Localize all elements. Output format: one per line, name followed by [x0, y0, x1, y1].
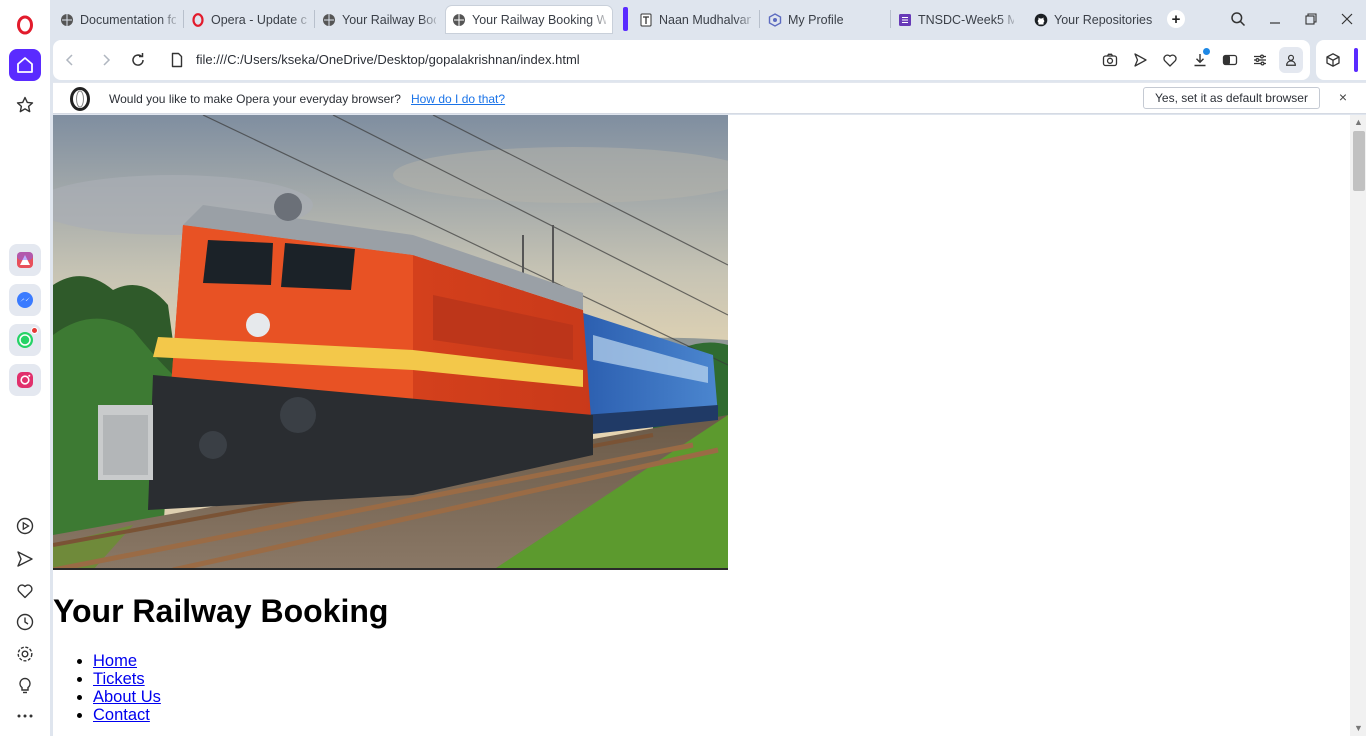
- nav-item-home: Home: [93, 652, 161, 670]
- tab-label: Your Repositories: [1054, 12, 1152, 27]
- close-window-button[interactable]: [1336, 8, 1358, 30]
- nav-item-about: About Us: [93, 688, 161, 706]
- reload-button[interactable]: [128, 50, 148, 70]
- nav-link-tickets[interactable]: Tickets: [93, 670, 145, 688]
- home-icon[interactable]: [9, 49, 41, 81]
- tab-railway-booking-active[interactable]: Your Railway Booking Web: [446, 6, 612, 33]
- file-page-icon[interactable]: [167, 50, 187, 70]
- set-default-button[interactable]: Yes, set it as default browser: [1143, 87, 1320, 109]
- naan-mudhalvan-icon: [639, 13, 653, 27]
- download-badge: [1203, 48, 1210, 55]
- infobar-message: Would you like to make Opera your everyd…: [109, 92, 401, 106]
- tab-your-repositories[interactable]: Your Repositories: [1028, 6, 1158, 33]
- new-tab-button[interactable]: +: [1167, 10, 1185, 28]
- opera-logo-icon: [70, 87, 90, 111]
- tab-divider: [890, 10, 891, 28]
- globe-icon: [322, 13, 336, 27]
- opera-sidebar: [0, 0, 50, 736]
- tab-divider: [759, 10, 760, 28]
- tab-search-icon[interactable]: [1227, 8, 1249, 30]
- tab-documentation[interactable]: Documentation fo: [54, 6, 182, 33]
- tab-fade: [420, 6, 442, 33]
- heart-pinboard-icon[interactable]: [9, 575, 41, 607]
- nav-item-contact: Contact: [93, 706, 161, 724]
- lightbulb-tips-icon[interactable]: [9, 670, 41, 702]
- globe-icon: [452, 13, 466, 27]
- tab-label: My Profile: [788, 12, 844, 27]
- sidebar-toggle-bar[interactable]: [1354, 48, 1358, 72]
- tab-strip: Documentation fo Opera - Update co Your …: [50, 0, 1366, 38]
- tab-fade: [735, 6, 757, 33]
- whatsapp-icon[interactable]: [9, 324, 41, 356]
- tab-fade: [160, 6, 182, 33]
- page-title: Your Railway Booking: [53, 593, 389, 629]
- player-icon[interactable]: [9, 510, 41, 542]
- scrollbar-thumb[interactable]: [1353, 131, 1365, 191]
- camera-snapshot-icon[interactable]: [1101, 51, 1119, 69]
- globe-icon: [60, 13, 74, 27]
- more-ellipsis-icon[interactable]: [9, 700, 41, 732]
- how-to-link[interactable]: How do I do that?: [411, 92, 505, 106]
- tab-divider: [183, 10, 184, 28]
- page-scrollbar[interactable]: ▲ ▼: [1350, 115, 1366, 736]
- notification-dot: [31, 327, 38, 334]
- page-viewport: Your Railway Booking Home Tickets About …: [53, 115, 1350, 736]
- tab-tnsdc-week5[interactable]: TNSDC-Week5 Mil: [892, 6, 1020, 33]
- tab-railway-booking-1[interactable]: Your Railway Book: [316, 6, 442, 33]
- github-icon: [1034, 13, 1048, 27]
- messenger-icon[interactable]: [9, 284, 41, 316]
- history-clock-icon[interactable]: [9, 606, 41, 638]
- tab-naan-mudhalvan[interactable]: Naan Mudhalvan N: [633, 6, 757, 33]
- infobar-close-button[interactable]: ×: [1335, 89, 1351, 107]
- tab-label: Your Railway Booking Web: [472, 12, 606, 27]
- tab-fade: [291, 6, 313, 33]
- scroll-down-arrow-icon[interactable]: ▼: [1354, 724, 1363, 733]
- star-bookmarks-icon[interactable]: [9, 89, 41, 121]
- nav-link-home[interactable]: Home: [93, 652, 137, 670]
- train-photo: [53, 115, 728, 568]
- back-button[interactable]: [60, 50, 80, 70]
- scroll-up-arrow-icon[interactable]: ▲: [1354, 118, 1363, 127]
- site-nav: Home Tickets About Us Contact: [93, 652, 161, 724]
- extensions-cube-icon[interactable]: [1324, 51, 1342, 69]
- tab-divider: [314, 10, 315, 28]
- tab-island-marker: [623, 7, 628, 31]
- instagram-icon[interactable]: [9, 364, 41, 396]
- nav-link-contact[interactable]: Contact: [93, 706, 150, 724]
- default-browser-infobar: Would you like to make Opera your everyd…: [53, 82, 1366, 114]
- tab-fade: [590, 6, 612, 33]
- battery-saver-icon[interactable]: [1221, 51, 1239, 69]
- easy-setup-icon[interactable]: [1251, 51, 1269, 69]
- tab-opera-update[interactable]: Opera - Update co: [185, 6, 313, 33]
- minimize-button[interactable]: [1264, 8, 1286, 30]
- aria-ai-icon[interactable]: [9, 244, 41, 276]
- profile-avatar-icon[interactable]: [1279, 47, 1303, 73]
- extensions-area: [1316, 40, 1366, 80]
- opera-menu-icon[interactable]: [9, 9, 41, 41]
- opera-icon: [191, 12, 205, 27]
- tab-my-profile[interactable]: My Profile: [762, 6, 888, 33]
- browser-window: Documentation fo Opera - Update co Your …: [0, 0, 1366, 736]
- heart-icon[interactable]: [1161, 51, 1179, 69]
- address-field[interactable]: file:///C:/Users/kseka/OneDrive/Desktop/…: [196, 52, 580, 67]
- hero-train-image: [53, 115, 728, 570]
- send-flow-icon[interactable]: [9, 543, 41, 575]
- settings-gear-icon[interactable]: [9, 638, 41, 670]
- profile-hex-icon: [768, 12, 782, 27]
- form-list-icon: [898, 13, 912, 27]
- forward-button[interactable]: [96, 50, 116, 70]
- restore-button[interactable]: [1300, 8, 1322, 30]
- flow-send-icon[interactable]: [1131, 51, 1149, 69]
- nav-link-about-us[interactable]: About Us: [93, 688, 161, 706]
- tab-fade: [998, 6, 1020, 33]
- address-toolbar: file:///C:/Users/kseka/OneDrive/Desktop/…: [53, 40, 1310, 80]
- download-icon[interactable]: [1191, 48, 1210, 69]
- nav-item-tickets: Tickets: [93, 670, 161, 688]
